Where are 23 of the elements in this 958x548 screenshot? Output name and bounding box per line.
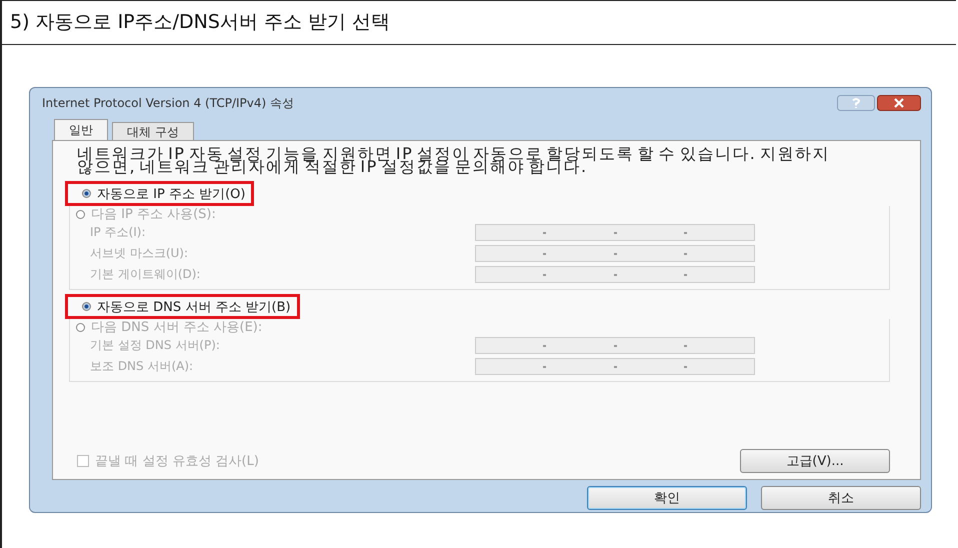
radio-button[interactable]: [76, 210, 85, 218]
radio-label: 자동으로 IP 주소 받기(O): [97, 186, 246, 202]
tab[interactable]: 일반: [54, 119, 108, 140]
field-label: IP 주소(I):: [90, 224, 147, 241]
window-title: Internet Protocol Version 4 (TCP/IPv4) 속성: [42, 94, 294, 112]
close-icon[interactable]: [877, 95, 921, 111]
radio-label: 다음 DNS 서버 주소 사용(E):: [91, 319, 262, 336]
radio-button[interactable]: [76, 322, 85, 332]
dialog-button[interactable]: 확인: [587, 486, 747, 510]
field-label: 기본 게이트웨이(D):: [90, 266, 202, 283]
field-label: 보조 DNS 서버(A):: [90, 358, 194, 375]
field-label: 기본 설정 DNS 서버(P):: [90, 337, 221, 354]
radio-label: 자동으로 DNS 서버 주소 받기(B): [97, 298, 291, 316]
advanced-button[interactable]: 고급(V)...: [740, 449, 890, 473]
tab[interactable]: 대체 구성: [112, 122, 194, 140]
dialog-button[interactable]: 취소: [761, 486, 921, 510]
radio-button[interactable]: [82, 189, 91, 198]
checkbox-label: 끝낼 때 설정 유효성 검사(L): [95, 453, 259, 470]
step-heading: 5) 자동으로 IP주소/DNS서버 주소 받기 선택: [10, 11, 390, 33]
field-label: 서브넷 마스크(U):: [90, 245, 190, 262]
description-text: 네트워크가 IP 자동 설정 기능을 지원하면 IP 설정이 자동으로 할당되도록 할 수 있습니다. 지원하지 않으면, 네트워크 관리자에게 적절한 IP 설정값을 문의해야 합니다.: [77, 147, 831, 173]
radio-label: 다음 IP 주소 사용(S):: [91, 206, 216, 223]
radio-button[interactable]: [82, 302, 91, 311]
